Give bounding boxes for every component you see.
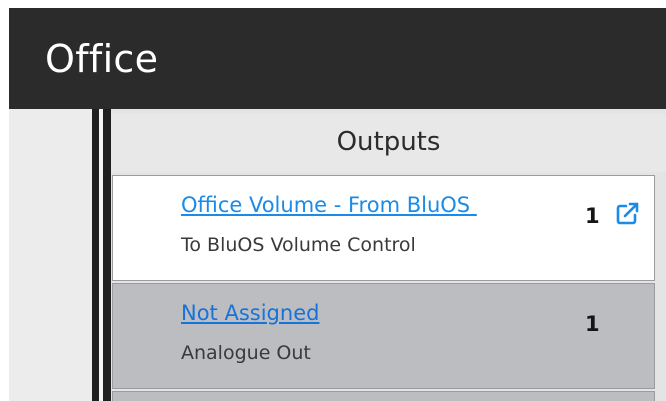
output-count: 1 <box>585 312 600 336</box>
output-destination: Analogue Out <box>181 342 311 364</box>
output-count: 1 <box>585 204 600 228</box>
output-destination: To BluOS Volume Control <box>181 234 416 256</box>
title-bar: Office <box>9 8 666 109</box>
output-name-link[interactable]: Office Volume - From BluOS <box>181 191 477 219</box>
outputs-header-title: Outputs <box>336 127 441 157</box>
output-name-link[interactable]: Not Assigned <box>181 299 319 327</box>
output-row[interactable]: Not Assigned Analogue Out 1 <box>112 283 655 389</box>
page-title: Office <box>45 37 159 81</box>
left-panel <box>9 109 92 401</box>
panel-divider[interactable] <box>103 109 111 401</box>
output-row[interactable]: Office Volume - From BluOS To BluOS Volu… <box>112 175 655 281</box>
output-row[interactable] <box>112 391 655 401</box>
outputs-header: Outputs <box>111 114 666 172</box>
external-link-icon[interactable] <box>613 200 641 228</box>
panel-divider[interactable] <box>92 109 99 401</box>
app-window: Office Outputs Office Volume - From BluO… <box>0 0 666 401</box>
